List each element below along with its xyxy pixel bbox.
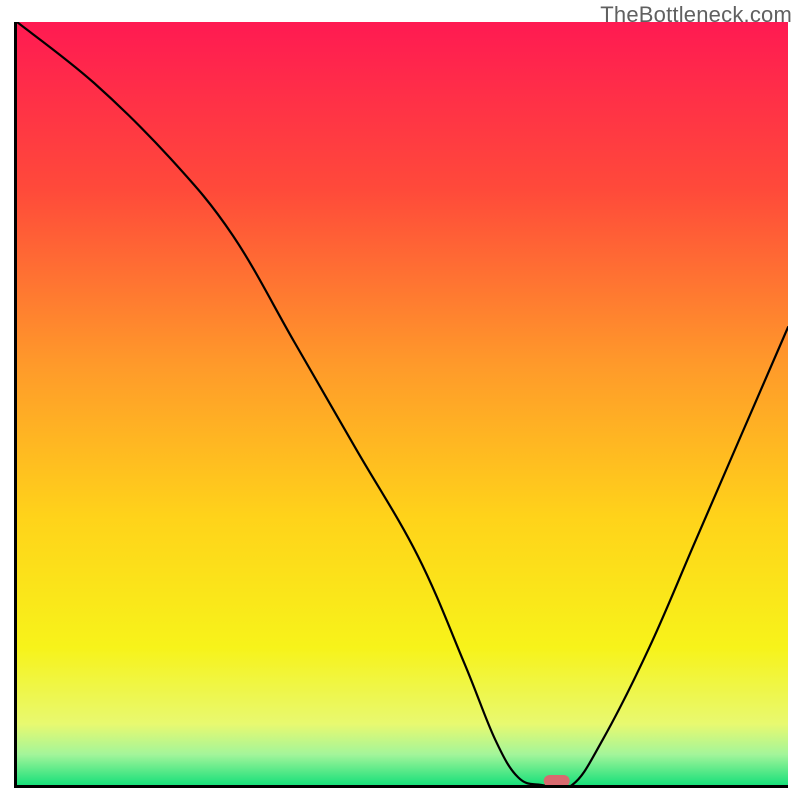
chart-container: TheBottleneck.com <box>0 0 800 800</box>
optimal-marker <box>544 775 570 785</box>
heatmap-background <box>17 22 788 785</box>
bottleneck-chart <box>17 22 788 785</box>
watermark: TheBottleneck.com <box>600 2 792 28</box>
plot-frame <box>14 22 788 788</box>
